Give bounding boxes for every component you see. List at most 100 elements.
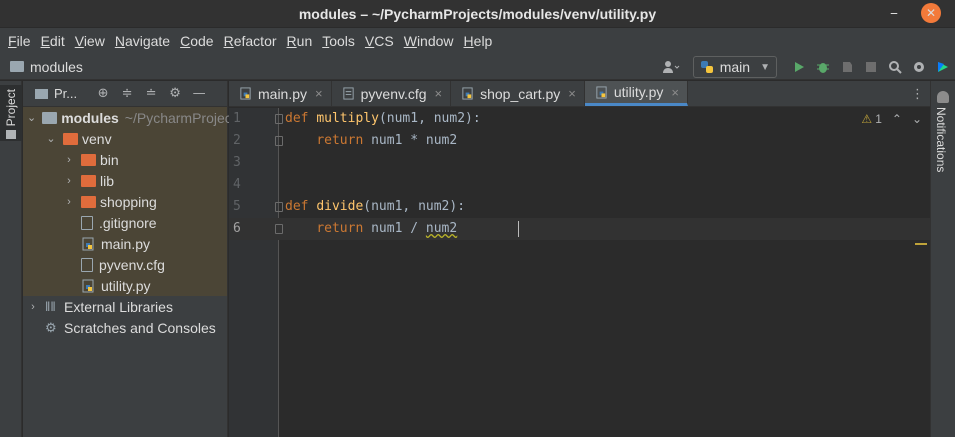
tree-item[interactable]: ⌄ modules ~/PycharmProjec [23, 107, 232, 128]
more-icon[interactable]: ⋮ [911, 81, 924, 107]
tree-item[interactable]: ⚙ Scratches and Consoles [23, 317, 227, 338]
editor-tab-bar: main.py × pyvenv.cfg × shop_cart.py × utility.… [229, 81, 930, 107]
menu-item[interactable]: View [70, 33, 110, 49]
tree-item-label: bin [100, 151, 119, 168]
chevron-right-icon[interactable]: › [63, 154, 75, 166]
menu-item[interactable]: Run [282, 33, 318, 49]
run-configuration-select[interactable]: main ▼ [692, 56, 777, 78]
tree-item-label: .gitignore [99, 214, 157, 231]
code-editor[interactable]: 1 def multiply(num1, num2): 2 return num1 … [229, 108, 930, 437]
bell-icon[interactable] [937, 91, 949, 103]
search-icon[interactable] [883, 56, 907, 78]
locate-icon[interactable]: ⊕ [91, 86, 115, 101]
gear-icon[interactable] [907, 56, 931, 78]
tree-item[interactable]: main.py [23, 233, 227, 254]
collapse-all-icon[interactable]: ≐ [139, 86, 163, 101]
fold-marker-icon[interactable] [275, 114, 283, 124]
menu-item[interactable]: Refactor [219, 33, 282, 49]
menu-item[interactable]: Edit [36, 33, 70, 49]
menu-item[interactable]: Help [459, 33, 498, 49]
project-tool-button[interactable]: Project [0, 85, 22, 141]
navigation-bar: modules main ▼ [0, 54, 955, 80]
tree-item[interactable]: › ‖‖ External Libraries [23, 296, 227, 317]
editor-tab[interactable]: shop_cart.py × [451, 81, 585, 106]
menu-bar: File Edit View Navigate Code Refactor Run Tools… [0, 28, 955, 54]
folder-icon [42, 111, 58, 124]
gear-icon[interactable]: ⚙ [163, 86, 187, 101]
code-line[interactable]: 6 return num1 / num2 [229, 218, 930, 240]
debug-icon[interactable] [811, 56, 835, 78]
tree-item[interactable]: › lib [23, 170, 227, 191]
menu-item[interactable]: Window [399, 33, 459, 49]
menu-label: un [296, 33, 313, 49]
code-line[interactable]: 3 [229, 152, 930, 174]
hide-icon[interactable]: — [187, 86, 211, 101]
close-tab-icon[interactable]: × [671, 85, 679, 100]
menu-mnemonic: H [463, 33, 474, 49]
editor-tab[interactable]: pyvenv.cfg × [332, 81, 452, 106]
run-icon[interactable] [787, 56, 811, 78]
editor-tab-label: pyvenv.cfg [360, 85, 427, 102]
tree-item[interactable]: .gitignore [23, 212, 227, 233]
tree-item-path: ~/PycharmProjec [124, 109, 232, 126]
stop-icon[interactable] [859, 56, 883, 78]
code-line[interactable]: 1 def multiply(num1, num2): [229, 108, 930, 130]
window-title: modules – ~/PycharmProjects/modules/venv… [298, 5, 657, 22]
fold-marker-icon[interactable] [275, 202, 283, 212]
menu-item[interactable]: Code [175, 33, 218, 49]
project-view-select[interactable]: Pr... [54, 86, 77, 101]
warning-stripe-marker[interactable] [915, 243, 927, 245]
toolbox-icon[interactable] [931, 56, 955, 78]
project-panel: Pr... ⊕ ≑ ≐ ⚙ — ⌄ modules ~/PycharmProjec ⌄… [23, 81, 232, 437]
fold-marker-icon[interactable] [275, 224, 283, 234]
editor-tab-label: shop_cart.py [480, 85, 561, 102]
close-tab-icon[interactable]: × [568, 86, 576, 101]
vcs-user-icon[interactable] [659, 56, 683, 78]
chevron-right-icon[interactable]: › [63, 196, 75, 208]
menu-item[interactable]: Navigate [110, 33, 175, 49]
toolbar: main ▼ [659, 54, 955, 80]
tree-item-label: Scratches and Consoles [64, 319, 216, 336]
menu-mnemonic: E [40, 33, 50, 49]
chevron-down-icon[interactable]: ⌄ [27, 111, 36, 124]
text-caret [518, 221, 519, 237]
tree-item[interactable]: ⌄ venv [23, 128, 227, 149]
editor-tab[interactable]: utility.py × [584, 81, 689, 106]
close-button[interactable]: ✕ [921, 3, 941, 23]
menu-item[interactable]: VCS [360, 33, 399, 49]
next-highlight-icon[interactable]: ⌄ [912, 112, 922, 126]
line-number: 4 [233, 177, 241, 192]
expand-all-icon[interactable]: ≑ [115, 86, 139, 101]
folder-icon [6, 130, 16, 140]
code-line[interactable]: 5 def divide(num1, num2): [229, 196, 930, 218]
notifications-tool-button[interactable]: Notifications [934, 107, 948, 172]
menu-item[interactable]: File [3, 33, 36, 49]
tree-item[interactable]: pyvenv.cfg [23, 254, 227, 275]
code-line[interactable]: 4 [229, 174, 930, 196]
close-tab-icon[interactable]: × [315, 86, 323, 101]
chevron-right-icon[interactable]: › [27, 301, 39, 313]
chevron-right-icon[interactable]: › [63, 175, 75, 187]
line-number: 2 [233, 133, 241, 148]
menu-label: indow [416, 33, 454, 49]
tree-item[interactable]: utility.py [23, 275, 227, 296]
menu-label: dit [49, 33, 65, 49]
menu-label: efactor [233, 33, 277, 49]
editor-tab-label: main.py [258, 85, 308, 102]
editor-tab[interactable]: main.py × [229, 81, 332, 106]
inspection-widget[interactable]: ⚠ 1 ⌃ ⌄ [861, 112, 922, 126]
menu-item[interactable]: Tools [317, 33, 360, 49]
tree-item[interactable]: › shopping [23, 191, 227, 212]
menu-mnemonic: V [364, 33, 375, 49]
code-line[interactable]: 2 return num1 * num2 [229, 130, 930, 152]
previous-highlight-icon[interactable]: ⌃ [892, 112, 902, 126]
minimize-button[interactable]: ⎯ [884, 3, 904, 23]
breadcrumb[interactable]: modules [10, 59, 83, 75]
chevron-down-icon[interactable]: ⌄ [45, 132, 57, 145]
coverage-icon[interactable] [835, 56, 859, 78]
editor-tab-label: utility.py [613, 84, 664, 100]
fold-marker-icon[interactable] [275, 136, 283, 146]
menu-label: avigate [124, 33, 171, 49]
close-tab-icon[interactable]: × [435, 86, 443, 101]
tree-item[interactable]: › bin [23, 149, 227, 170]
